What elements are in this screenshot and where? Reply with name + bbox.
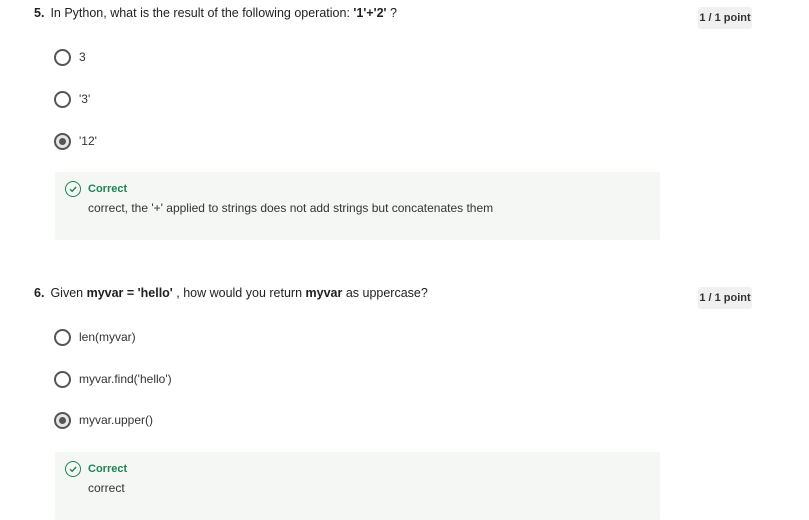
feedback-title: Correct (88, 183, 128, 195)
feedback-panel: Correct correct, the '+' applied to stri… (55, 172, 660, 240)
option-label: '3' (79, 92, 91, 106)
question-number: 5. (34, 6, 45, 20)
question-text: In Python, what is the result of the fol… (50, 6, 397, 20)
check-circle-icon (65, 181, 81, 197)
answer-option-selected[interactable]: '12' (54, 132, 97, 150)
points-badge: 1 / 1 point (698, 287, 752, 309)
radio-button-selected[interactable] (54, 411, 71, 429)
radio-button[interactable] (54, 90, 71, 108)
question-prompt: 5. In Python, what is the result of the f… (34, 5, 397, 21)
answer-option[interactable]: 3 (54, 48, 86, 66)
feedback-text: correct, the '+' applied to strings does… (88, 201, 494, 215)
option-label: '12' (79, 134, 97, 148)
option-label: 3 (79, 50, 86, 64)
option-label: len(myvar) (79, 330, 136, 344)
option-label: myvar.find('hello') (79, 372, 172, 386)
radio-button[interactable] (54, 48, 71, 66)
question-text: Given myvar = 'hello' , how would you re… (50, 286, 428, 300)
radio-button[interactable] (54, 370, 71, 388)
check-circle-icon (65, 461, 81, 477)
radio-button[interactable] (54, 328, 71, 346)
feedback-title: Correct (88, 463, 128, 475)
answer-option[interactable]: '3' (54, 90, 90, 108)
feedback-text: correct (88, 481, 125, 495)
option-label: myvar.upper() (79, 413, 154, 427)
question-number: 6. (34, 286, 45, 300)
points-badge: 1 / 1 point (698, 7, 752, 29)
radio-button-selected[interactable] (54, 132, 71, 150)
answer-option-selected[interactable]: myvar.upper() (54, 411, 153, 429)
answer-option[interactable]: myvar.find('hello') (54, 370, 172, 388)
question-prompt: 6. Given myvar = 'hello' , how would you … (34, 285, 428, 301)
answer-option[interactable]: len(myvar) (54, 328, 136, 346)
feedback-panel: Correct correct (55, 452, 660, 520)
